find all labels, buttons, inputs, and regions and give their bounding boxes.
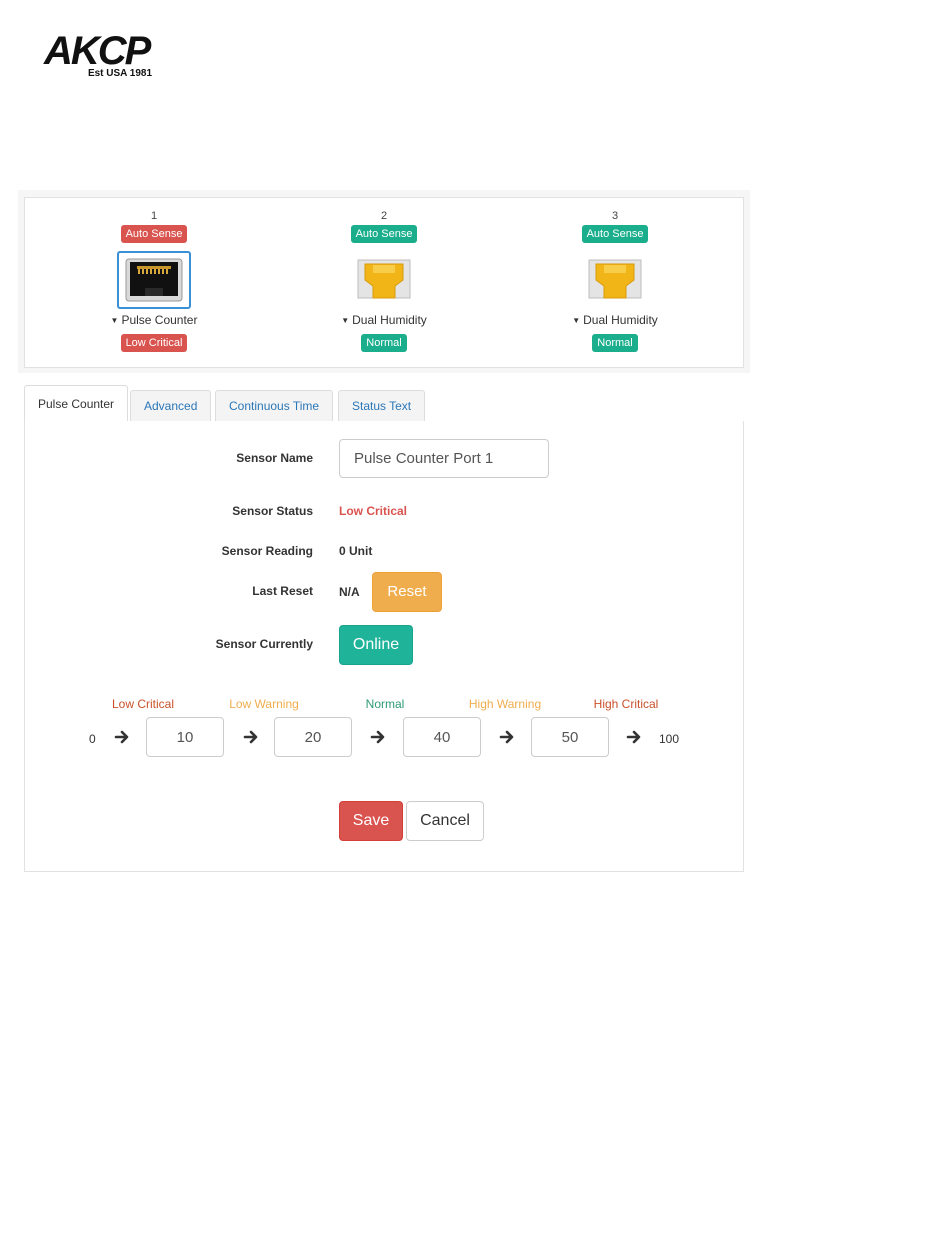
tab-pulse-counter[interactable]: Pulse Counter	[24, 385, 129, 423]
port-type-label: Pulse Counter	[121, 313, 198, 327]
threshold-label-high-warning: High Warning	[468, 697, 542, 711]
high-critical-threshold-input[interactable]	[531, 717, 609, 757]
tab-continuous-time[interactable]: Continuous Time	[215, 390, 334, 422]
threshold-label-low-warning: Low Warning	[229, 697, 299, 711]
threshold-min: 0	[89, 732, 96, 746]
port-type-dropdown[interactable]: ▼ Dual Humidity	[314, 311, 454, 329]
arrow-right-icon	[499, 730, 514, 744]
sensor-plug-icon	[588, 259, 642, 299]
port-type-label: Dual Humidity	[352, 313, 427, 327]
caret-down-icon: ▼	[572, 315, 581, 325]
sensor-reading-value: 0 Unit	[339, 544, 373, 558]
port-mode-badge: Auto Sense	[350, 225, 418, 243]
sensor-currently-label: Sensor Currently	[215, 637, 313, 651]
save-button[interactable]: Save	[339, 801, 403, 841]
port-type-dropdown[interactable]: ▼ Dual Humidity	[545, 311, 685, 329]
tab-advanced[interactable]: Advanced	[130, 390, 212, 422]
sensor-status-label: Sensor Status	[232, 504, 313, 518]
port-type-label: Dual Humidity	[583, 313, 658, 327]
low-critical-threshold-input[interactable]	[146, 717, 224, 757]
threshold-label-low-critical: Low Critical	[111, 697, 174, 711]
sensor-settings-form: Sensor Name Sensor Status Low Critical S…	[24, 421, 744, 872]
port-number: 3	[611, 210, 619, 222]
port-1[interactable]: 1 Auto Sense ▼ Pulse Counter Low Critical	[84, 208, 224, 352]
akcp-logo-mark: AKCP	[43, 30, 154, 70]
threshold-label-high-critical: High Critical	[593, 697, 659, 711]
high-warning-threshold-input[interactable]	[403, 717, 481, 757]
caret-down-icon: ▼	[110, 315, 119, 325]
logo-wordmark: AKCP	[43, 30, 152, 70]
port-2[interactable]: 2 Auto Sense ▼ Dual Humidity Normal	[314, 208, 454, 352]
low-warning-threshold-input[interactable]	[274, 717, 352, 757]
last-reset-label: Last Reset	[252, 584, 313, 598]
arrow-right-icon	[243, 730, 258, 744]
port-mode-badge: Auto Sense	[581, 225, 649, 243]
tab-status-text[interactable]: Status Text	[338, 390, 426, 422]
sensor-name-input[interactable]	[339, 439, 549, 478]
port-number: 2	[380, 210, 388, 222]
port-number: 1	[150, 210, 158, 222]
caret-down-icon: ▼	[341, 315, 350, 325]
cancel-button[interactable]: Cancel	[406, 801, 484, 841]
sensor-plug-icon	[357, 259, 411, 299]
logo-tagline: Est USA 1981	[87, 68, 153, 79]
arrow-right-icon	[114, 730, 129, 744]
port-status-badge: Low Critical	[120, 334, 188, 352]
sensor-status-value: Low Critical	[339, 504, 408, 518]
port-type-dropdown[interactable]: ▼ Pulse Counter	[84, 311, 224, 329]
threshold-max: 100	[659, 732, 680, 746]
arrow-right-icon	[370, 730, 385, 744]
tab-bar: Pulse Counter Advanced Continuous Time S…	[24, 385, 744, 423]
arrow-right-icon	[626, 730, 641, 744]
port-status-badge: Normal	[592, 334, 638, 352]
sensor-reading-label: Sensor Reading	[221, 544, 313, 558]
port-icon-frame[interactable]	[347, 251, 421, 309]
sensor-name-label: Sensor Name	[236, 451, 313, 465]
threshold-label-normal: Normal	[365, 697, 405, 711]
port-icon-frame[interactable]	[117, 251, 191, 309]
port-3[interactable]: 3 Auto Sense ▼ Dual Humidity Normal	[545, 208, 685, 352]
online-button[interactable]: Online	[339, 625, 413, 665]
last-reset-value: N/A	[339, 585, 360, 599]
port-mode-badge: Auto Sense	[120, 225, 188, 243]
akcp-logo: AKCP Est USA 1981	[42, 30, 192, 85]
reset-button[interactable]: Reset	[372, 572, 442, 612]
ethernet-port-icon	[125, 258, 183, 302]
port-icon-frame[interactable]	[578, 251, 652, 309]
port-status-badge: Normal	[361, 334, 407, 352]
ports-panel: 1 Auto Sense ▼ Pulse Counter Low Critical…	[24, 197, 744, 368]
